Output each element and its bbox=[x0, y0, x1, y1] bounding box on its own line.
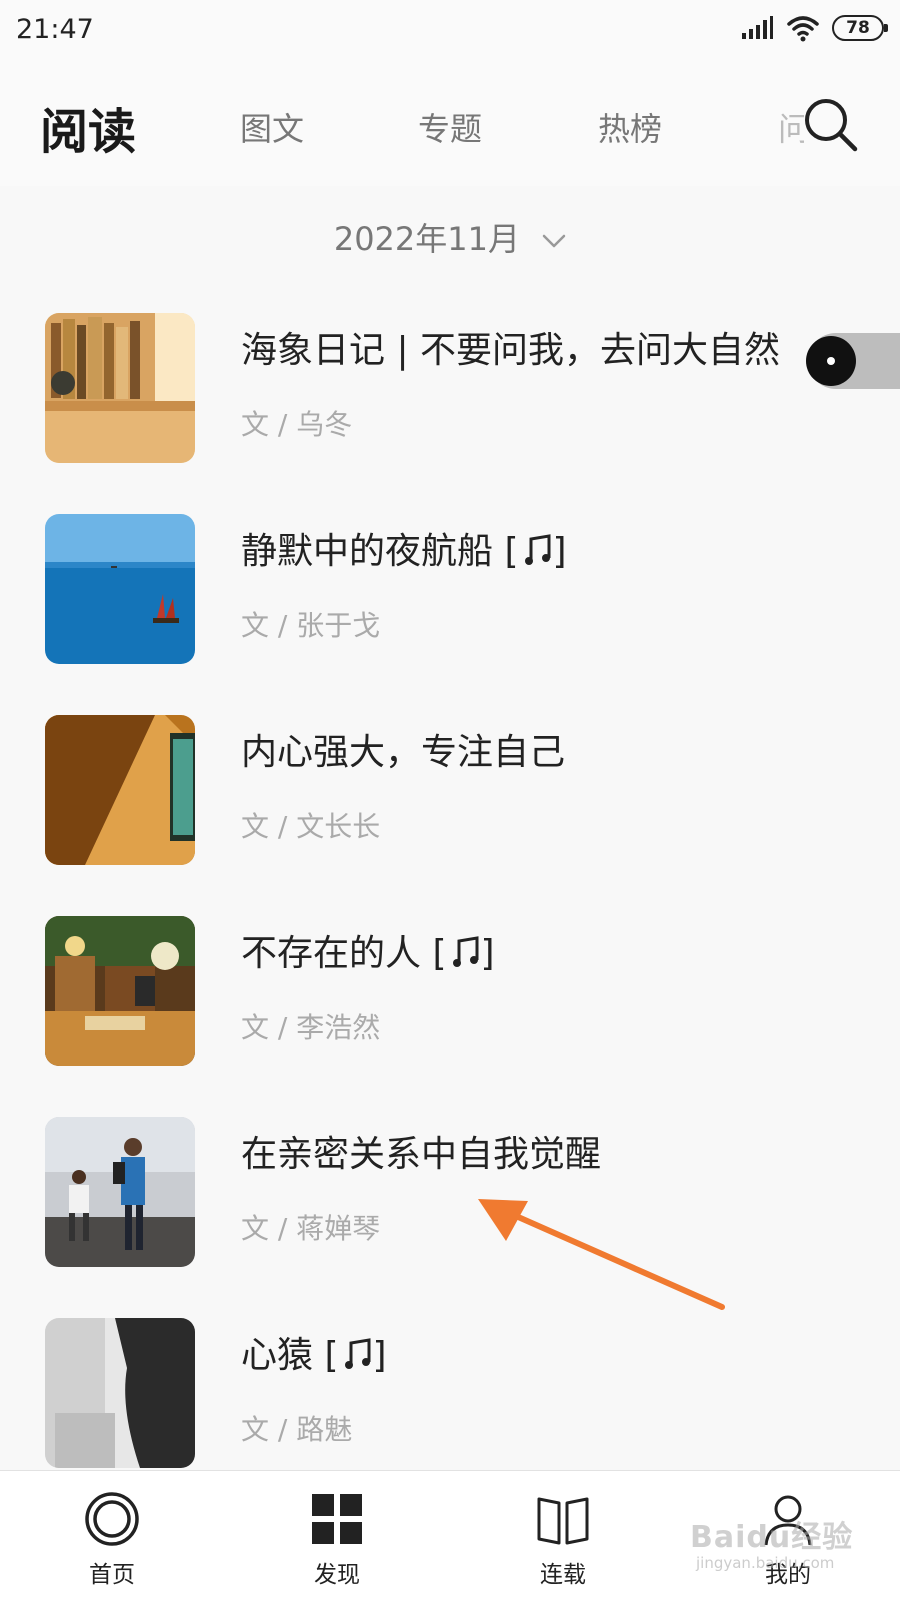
article-author: 文 / 路魅 bbox=[241, 1413, 353, 1446]
article-title-text: 心猿 [ bbox=[241, 1335, 339, 1376]
nav-discover[interactable]: 发现 bbox=[277, 1491, 397, 1589]
music-disc-icon[interactable] bbox=[806, 336, 856, 386]
month-label: 2022年11月 bbox=[333, 220, 520, 258]
article-title: 内心强大，专注自己 bbox=[241, 732, 566, 773]
battery-indicator: 78 bbox=[832, 15, 888, 41]
chevron-down-icon bbox=[542, 234, 566, 248]
article-title-text: 静默中的夜航船 [ bbox=[241, 531, 519, 572]
home-ring-icon bbox=[85, 1492, 139, 1546]
nav-serial[interactable]: 连载 bbox=[503, 1491, 623, 1589]
article-thumbnail bbox=[45, 916, 195, 1066]
article-author: 文 / 文长长 bbox=[241, 810, 381, 843]
article-title: 不存在的人 [] bbox=[241, 924, 495, 976]
disc-center bbox=[827, 357, 835, 365]
article-title: 海象日记 | 不要问我，去问大自然 bbox=[241, 330, 781, 371]
music-note-icon bbox=[344, 1338, 370, 1369]
tab-image-text[interactable]: 图文 bbox=[240, 104, 304, 150]
tab-topics[interactable]: 专题 bbox=[418, 104, 482, 150]
article-author: 文 / 乌冬 bbox=[241, 408, 353, 441]
article-title: 静默中的夜航船 [] bbox=[241, 522, 567, 574]
music-note-icon bbox=[524, 534, 550, 565]
nav-label: 连载 bbox=[540, 1562, 586, 1588]
article-title: 心猿 [] bbox=[241, 1326, 387, 1378]
article-title-suffix: ] bbox=[480, 933, 495, 974]
book-icon bbox=[537, 1497, 589, 1545]
article-thumbnail bbox=[45, 1117, 195, 1267]
status-bar: 21:47 78 bbox=[0, 0, 900, 62]
signal-icon bbox=[742, 16, 773, 39]
tab-questions[interactable]: 问 bbox=[778, 104, 804, 150]
grid-icon bbox=[312, 1494, 362, 1544]
article-thumbnail bbox=[45, 313, 195, 463]
article-title-text: 不存在的人 [ bbox=[241, 933, 447, 974]
search-icon[interactable] bbox=[802, 96, 860, 154]
status-icons: 78 bbox=[740, 14, 888, 42]
article-thumbnail bbox=[45, 514, 195, 664]
top-header: 阅读 图文 专题 热榜 问 bbox=[0, 62, 900, 186]
status-time: 21:47 bbox=[16, 14, 94, 45]
nav-label: 首页 bbox=[89, 1562, 135, 1588]
article-item[interactable]: 不存在的人 [] 文 / 李浩然 bbox=[0, 916, 900, 1116]
watermark-url: jingyan.baidu.com bbox=[696, 1554, 835, 1572]
article-item[interactable]: 静默中的夜航船 [] 文 / 张于戈 bbox=[0, 514, 900, 714]
article-title-suffix: ] bbox=[552, 531, 567, 572]
nav-home[interactable]: 首页 bbox=[52, 1491, 172, 1589]
watermark-logo: Baidu经验 bbox=[690, 1520, 854, 1555]
article-thumbnail bbox=[45, 1318, 195, 1468]
article-item[interactable]: 内心强大，专注自己 文 / 文长长 bbox=[0, 715, 900, 915]
wifi-icon bbox=[787, 16, 819, 42]
month-selector[interactable]: 2022年11月 bbox=[0, 214, 900, 260]
article-thumbnail bbox=[45, 715, 195, 865]
tab-trending[interactable]: 热榜 bbox=[598, 104, 662, 150]
page-title: 阅读 bbox=[40, 104, 137, 160]
article-author: 文 / 张于戈 bbox=[241, 609, 381, 642]
battery-level: 78 bbox=[846, 18, 870, 38]
article-title-suffix: ] bbox=[372, 1335, 387, 1376]
article-item[interactable]: 在亲密关系中自我觉醒 文 / 蒋婵琴 bbox=[0, 1117, 900, 1317]
article-author: 文 / 李浩然 bbox=[241, 1011, 381, 1044]
nav-label: 发现 bbox=[314, 1562, 360, 1588]
article-title: 在亲密关系中自我觉醒 bbox=[241, 1134, 602, 1175]
article-author: 文 / 蒋婵琴 bbox=[241, 1212, 381, 1245]
article-item[interactable]: 海象日记 | 不要问我，去问大自然 文 / 乌冬 bbox=[0, 313, 900, 513]
annotation-arrow-icon bbox=[478, 1199, 725, 1310]
music-note-icon bbox=[452, 936, 478, 967]
